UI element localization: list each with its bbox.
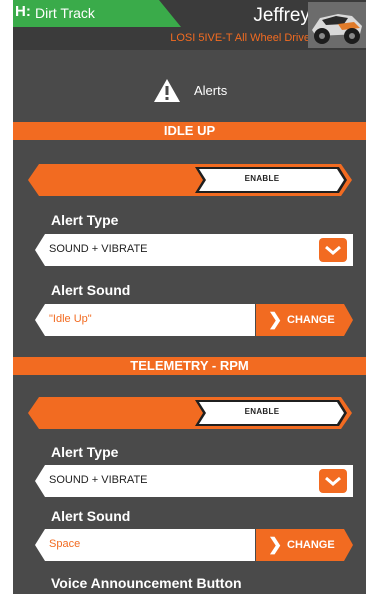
alert-type-label: Alert Type (51, 212, 119, 228)
chevron-right-icon: ❯ (268, 535, 283, 554)
alert-sound-value: "Idle Up" (49, 313, 92, 325)
alert-type-label: Alert Type (51, 444, 119, 460)
page-title-row: Alerts (13, 70, 366, 110)
enable-label: ENABLE (244, 174, 280, 183)
model-subtitle: LOSI 5IVE-T All Wheel Drive (170, 32, 310, 44)
change-sound-button[interactable]: ❯ CHANGE (256, 529, 353, 561)
section-header-telemetry-rpm: TELEMETRY - RPM (13, 357, 366, 375)
enable-toggle-shape (28, 164, 352, 196)
warning-icon (154, 79, 180, 102)
change-sound-button[interactable]: ❯ CHANGE (256, 304, 353, 336)
chevron-down-icon[interactable] (319, 238, 347, 262)
alert-sound-value: Space (49, 538, 81, 550)
alert-sound-row: Space ❯ CHANGE (35, 529, 353, 561)
header: H: Dirt Track Jeffrey LOSI 5IVE-T All Wh… (13, 0, 366, 50)
change-button-label: CHANGE (287, 539, 335, 551)
track-icon: H: (15, 3, 31, 20)
enable-toggle-idle-up[interactable]: ENABLE (27, 163, 353, 197)
chevron-down-icon[interactable] (319, 469, 347, 493)
enable-toggle-telemetry-rpm[interactable]: ENABLE (27, 396, 353, 430)
voice-announcement-label: Voice Announcement Button (51, 575, 242, 591)
change-button-label: CHANGE (287, 314, 335, 326)
chevron-right-icon: ❯ (268, 310, 283, 329)
alert-sound-row: "Idle Up" ❯ CHANGE (35, 304, 353, 336)
enable-label: ENABLE (244, 407, 280, 416)
model-name: Jeffrey (253, 5, 310, 26)
alert-type-value: SOUND + VIBRATE (49, 243, 148, 255)
alerts-screen: H: Dirt Track Jeffrey LOSI 5IVE-T All Wh… (13, 0, 366, 594)
alert-sound-label: Alert Sound (51, 282, 131, 298)
track-label[interactable]: Dirt Track (35, 5, 95, 21)
section-header-idle-up: IDLE UP (13, 122, 366, 140)
enable-toggle-shape (28, 397, 352, 429)
alert-type-value: SOUND + VIBRATE (49, 474, 148, 486)
page-title: Alerts (194, 83, 228, 98)
vehicle-image[interactable] (308, 2, 366, 48)
alert-type-select[interactable]: SOUND + VIBRATE (35, 234, 353, 266)
alert-type-select[interactable]: SOUND + VIBRATE (35, 465, 353, 497)
alert-sound-label: Alert Sound (51, 508, 131, 524)
